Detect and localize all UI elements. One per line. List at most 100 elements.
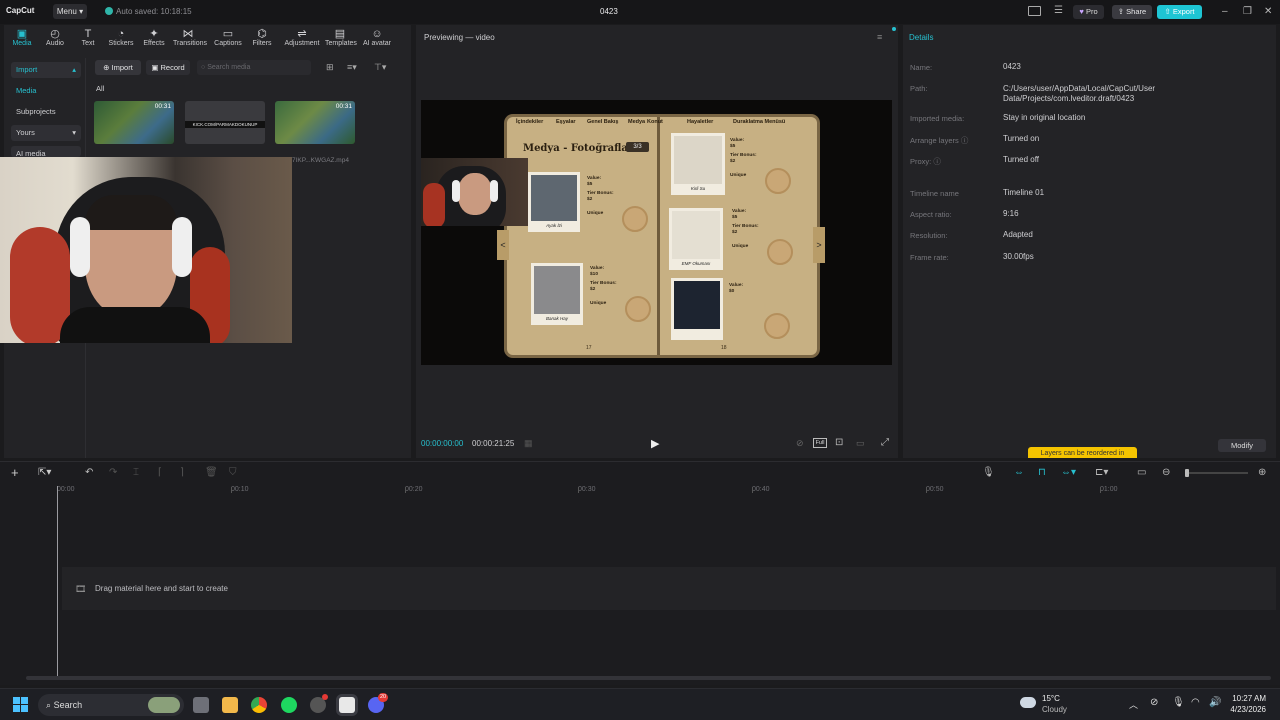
tool-filters[interactable]: ⌬ Filters: [247, 28, 277, 47]
snap-icon[interactable]: ⇔▾: [1061, 467, 1076, 478]
tool-text[interactable]: T Text: [73, 28, 103, 47]
tool-captions[interactable]: ▭ Captions: [213, 28, 243, 47]
video-canvas[interactable]: İçindekiler Medya - Fotoğraflar 3/3 17 1…: [421, 100, 892, 365]
sidebar-import[interactable]: Import ▴: [11, 62, 81, 78]
spotify-icon[interactable]: [281, 697, 297, 713]
timeline-scrollbar[interactable]: [26, 676, 1271, 680]
media-thumb-1[interactable]: 00:31: [94, 101, 174, 144]
link-icon[interactable]: ⇔: [1014, 467, 1024, 478]
zoom-out-icon[interactable]: ⊖: [1162, 467, 1170, 478]
preview-menu-icon[interactable]: ≡: [877, 32, 882, 42]
screenshot-icon[interactable]: ⊡: [835, 437, 843, 448]
taskbar-search[interactable]: ⌕ Search: [38, 694, 184, 716]
zoom-slider-handle[interactable]: [1185, 469, 1189, 477]
sidebar-subprojects[interactable]: Subprojects: [11, 104, 81, 120]
export-button[interactable]: ⇧ Export: [1157, 5, 1202, 19]
full-button[interactable]: Full: [813, 438, 827, 448]
photo-info: Value: $5 Tier Bonus: $2 Unique: [587, 176, 614, 217]
microphone-icon[interactable]: 🎙: [982, 467, 995, 478]
tool-transitions[interactable]: ⋈ Transitions: [173, 28, 207, 47]
menu-button[interactable]: Menu ▾: [53, 4, 87, 19]
caption-icon[interactable]: ▭: [1137, 467, 1146, 478]
task-view-icon[interactable]: [193, 697, 209, 713]
undo-icon[interactable]: ↶: [85, 467, 93, 478]
close-icon[interactable]: ✕: [1264, 6, 1272, 17]
tool-ai-avatar[interactable]: ☺ AI avatar: [361, 28, 393, 47]
volume-icon[interactable]: 🔊: [1209, 697, 1221, 708]
photo-info: Value: $10 Tier Bonus: $2 Unique: [590, 266, 617, 307]
search-media-input[interactable]: ○ Search media: [197, 60, 311, 75]
info-icon[interactable]: ⓘ: [959, 136, 969, 145]
view-toggle-icon[interactable]: ⊞: [326, 62, 334, 73]
tool-stickers[interactable]: ◔ Stickers: [106, 28, 136, 47]
microphone-icon[interactable]: 🎙: [1172, 697, 1185, 708]
ratio-icon[interactable]: ⊘: [796, 438, 804, 449]
captions-icon: ▭: [222, 28, 234, 40]
split-right-icon[interactable]: ⌉: [180, 467, 184, 478]
fullscreen-icon[interactable]: ⤢: [881, 437, 889, 448]
tool-effects[interactable]: ✦ Effects: [139, 28, 169, 47]
tool-media[interactable]: ▣ Media: [7, 28, 37, 47]
empty-track-text: Drag material here and start to create: [95, 584, 228, 593]
timeline-list-icon[interactable]: ▦: [524, 438, 533, 449]
info-icon[interactable]: ⓘ: [931, 157, 941, 166]
tool-audio[interactable]: ◴ Audio: [40, 28, 70, 47]
chevron-up-icon[interactable]: ︿: [1129, 698, 1138, 711]
wifi-icon[interactable]: ◠: [1191, 697, 1200, 708]
zoom-in-icon[interactable]: ⊕: [1258, 467, 1266, 478]
clock-date[interactable]: 4/23/2026: [1224, 705, 1266, 714]
windows-start-icon[interactable]: [13, 697, 29, 713]
sidebar-media[interactable]: Media: [11, 83, 81, 99]
photo-value: $5: [730, 144, 736, 149]
redo-icon[interactable]: ↷: [109, 467, 117, 478]
ratio-box-icon[interactable]: ▭: [856, 438, 865, 449]
file-explorer-icon[interactable]: [222, 697, 238, 713]
sort-icon[interactable]: ≡▾: [347, 62, 357, 73]
import-button[interactable]: ⊕ Import: [95, 60, 141, 75]
filter-all[interactable]: All: [96, 84, 104, 93]
ruler-mark: 00:50: [926, 486, 944, 493]
wax-seal: [767, 239, 793, 265]
playhead[interactable]: [57, 486, 58, 676]
detail-label: Name:: [910, 63, 933, 72]
network-off-icon[interactable]: ⊘: [1150, 697, 1158, 708]
chevron-up-icon: ▴: [72, 65, 76, 74]
split-left-icon[interactable]: ⌈: [158, 467, 162, 478]
game-tab: Eşyalar: [556, 119, 576, 125]
filters-icon: ⌬: [257, 28, 267, 40]
record-label: Record: [160, 63, 185, 72]
delete-icon[interactable]: 🗑: [205, 467, 218, 478]
chrome-icon[interactable]: [251, 697, 267, 713]
tool-templates[interactable]: ▤ Templates: [325, 28, 357, 47]
record-button[interactable]: ▣ Record: [146, 60, 190, 75]
zoom-slider[interactable]: [1185, 472, 1248, 474]
shortcut-icon[interactable]: ☰: [1054, 5, 1063, 16]
select-tool-icon[interactable]: ⇱▾: [38, 467, 51, 478]
shield-icon[interactable]: ⛉: [229, 467, 237, 478]
add-track-icon[interactable]: +: [11, 465, 19, 480]
sidebar-ai-media[interactable]: AI media: [11, 146, 81, 157]
media-thumb-3[interactable]: 00:31: [275, 101, 355, 144]
photo-tier: $2: [590, 287, 596, 292]
media-thumb-2[interactable]: KICK.COM/PARMAKDOKUNUP: [185, 101, 265, 144]
main-track[interactable]: [62, 567, 1276, 610]
split-icon[interactable]: ⌶: [133, 467, 139, 478]
layout-icon[interactable]: [1028, 6, 1041, 16]
pro-button[interactable]: ♥ Pro: [1073, 5, 1104, 19]
modify-button[interactable]: Modify: [1218, 439, 1266, 452]
tool-label: Adjustment: [284, 40, 320, 47]
share-button[interactable]: ⇪ Share: [1112, 5, 1152, 19]
minimize-icon[interactable]: –: [1222, 6, 1228, 17]
magnet-icon[interactable]: ⊓: [1038, 467, 1046, 478]
play-button[interactable]: ▶: [651, 437, 659, 450]
search-icon: ⌕: [46, 700, 52, 710]
preview-axis-icon[interactable]: ⊏▾: [1095, 467, 1108, 478]
maximize-icon[interactable]: ❐: [1243, 6, 1252, 17]
filter-icon[interactable]: ⊤▾: [374, 62, 386, 73]
tool-adjustment[interactable]: ⇌ Adjustment: [283, 28, 321, 47]
video-facecam: [421, 158, 528, 226]
detail-value: 30.00fps: [1003, 252, 1034, 261]
capcut-taskbar-icon[interactable]: [339, 697, 355, 713]
sidebar-yours[interactable]: Yours ▾: [11, 125, 81, 141]
clock-time[interactable]: 10:27 AM: [1230, 694, 1266, 703]
